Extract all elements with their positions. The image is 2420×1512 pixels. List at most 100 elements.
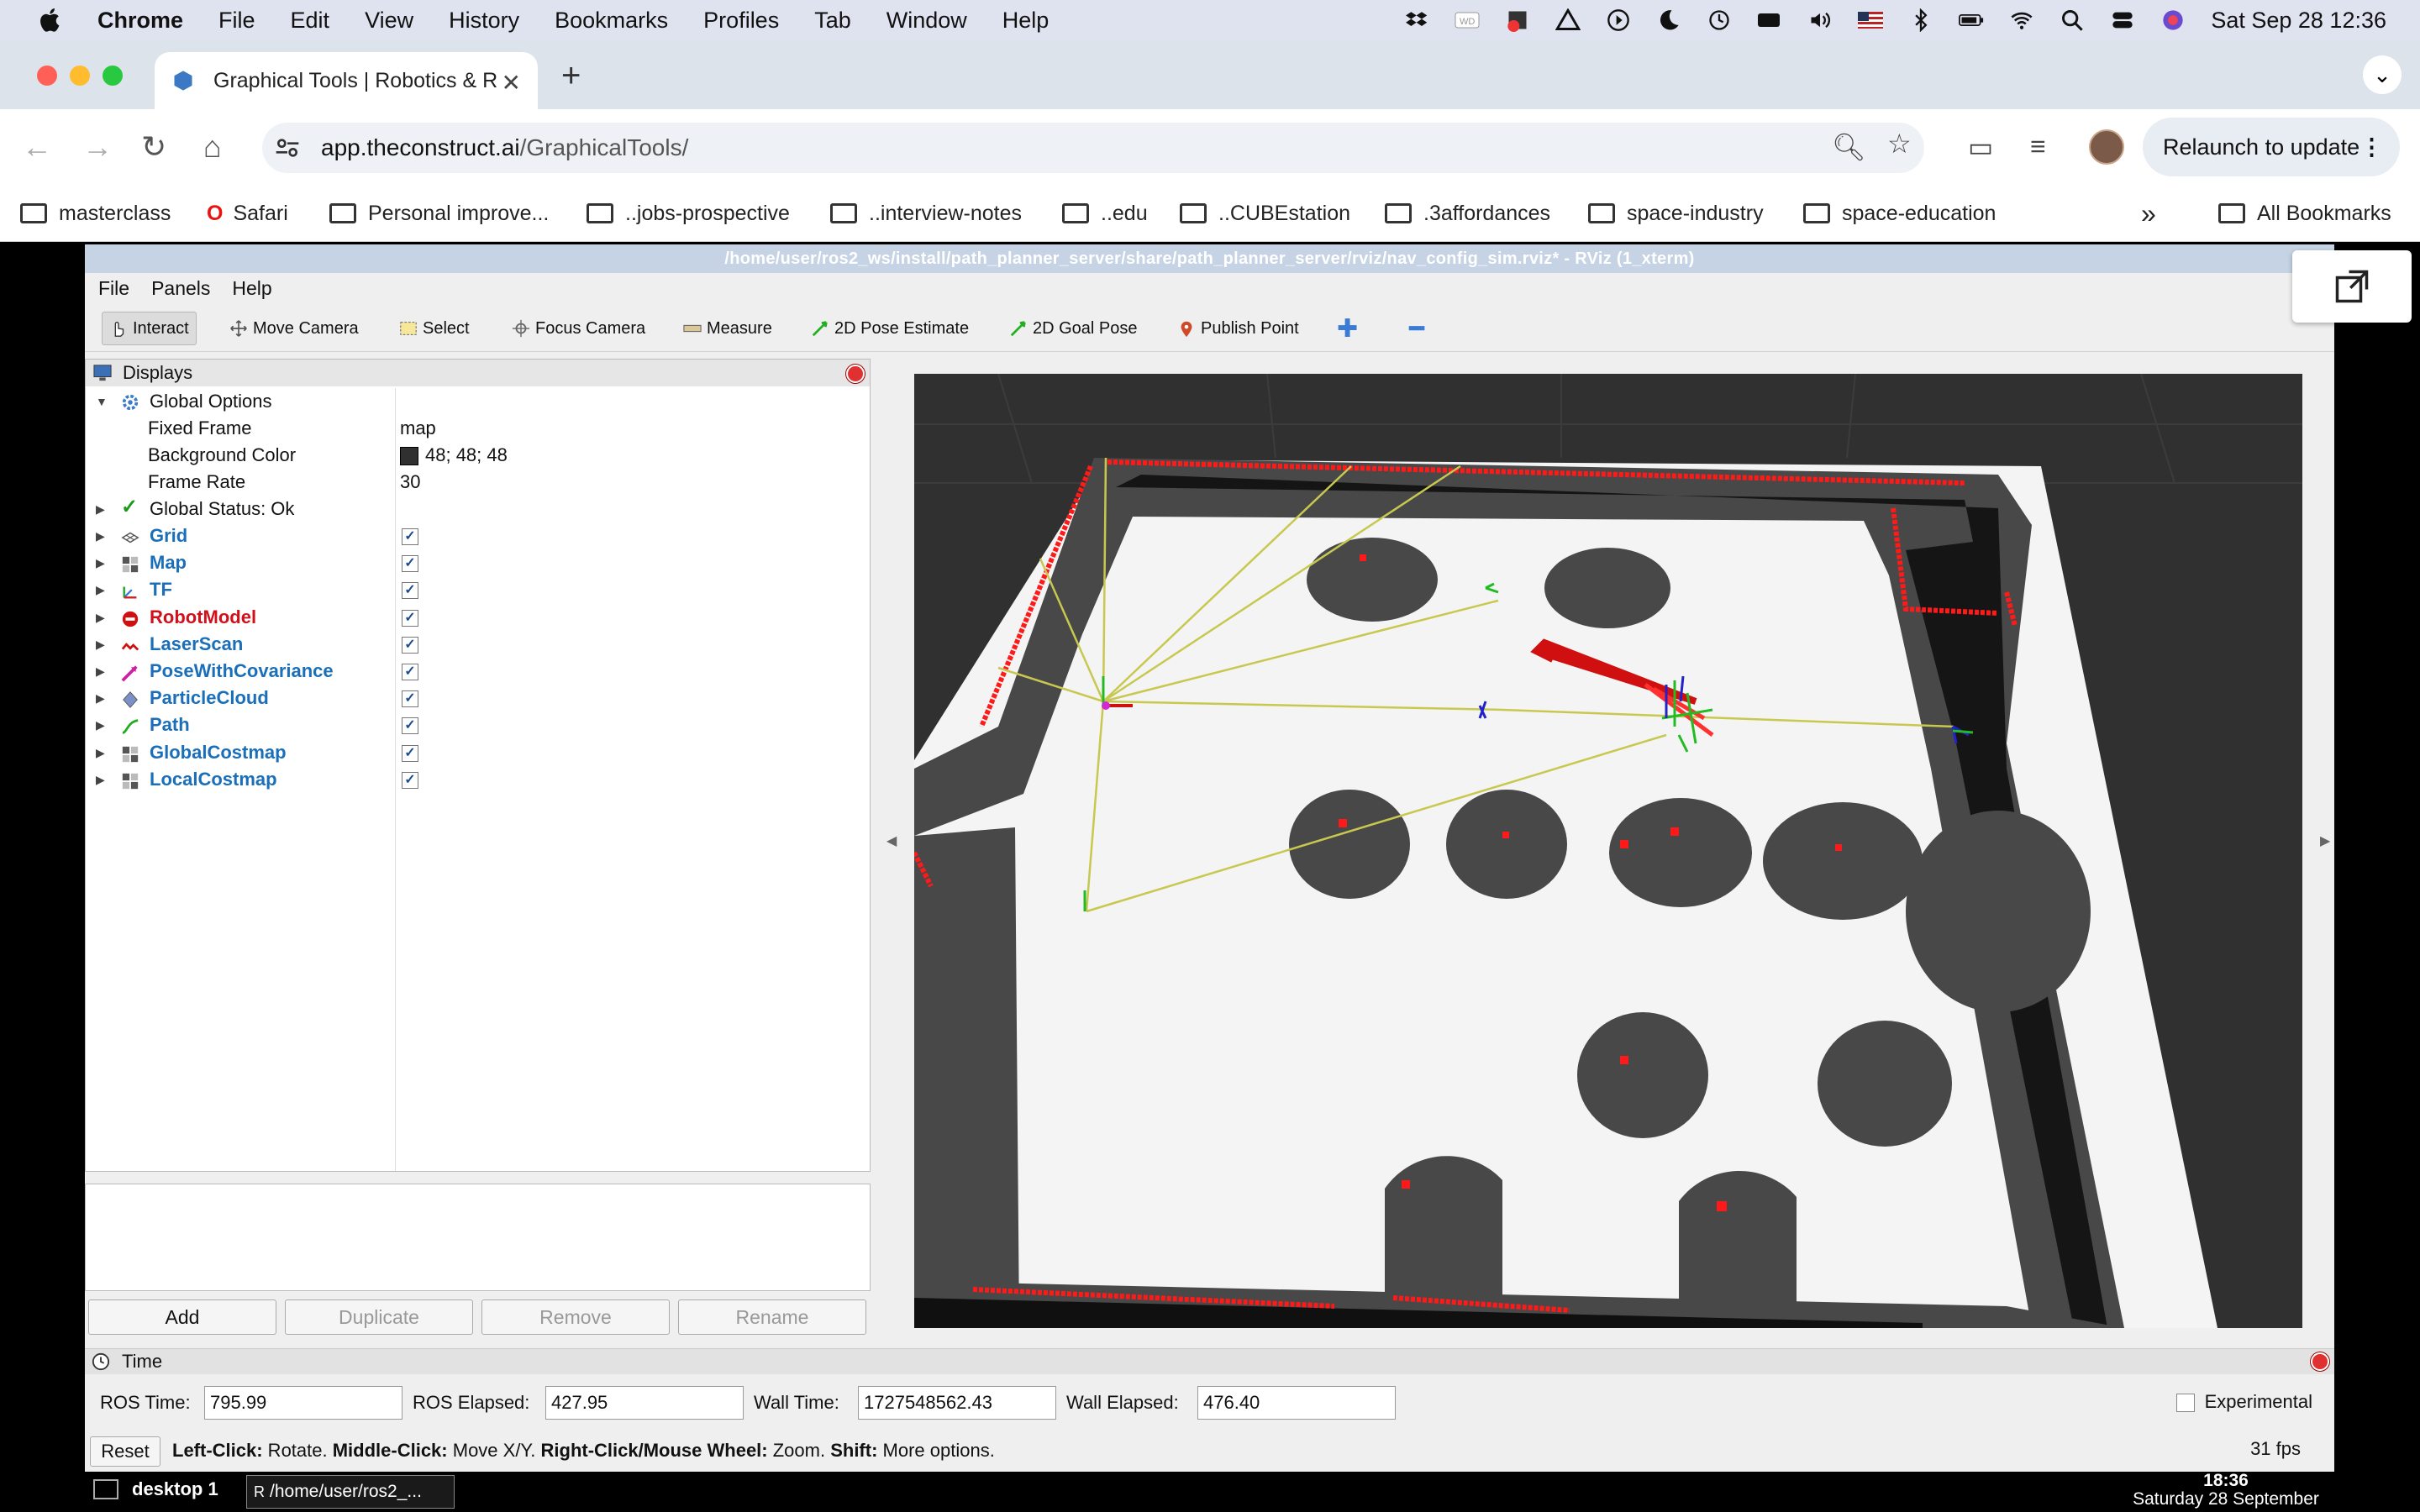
window-close-button[interactable] (37, 66, 57, 86)
display-enabled-checkbox[interactable]: ✓ (402, 555, 418, 573)
menu-chrome[interactable]: Chrome (97, 8, 183, 34)
warning-triangle-icon[interactable] (1555, 8, 1581, 32)
apple-icon[interactable] (35, 5, 66, 35)
tree-row-particlecloud[interactable]: ▶ ParticleCloud ✓ (86, 685, 870, 711)
collapse-left-arrow-icon[interactable]: ◀ (886, 832, 897, 849)
tab-search-button[interactable]: ⌄ (2363, 55, 2402, 94)
map-render[interactable] (914, 374, 2302, 1328)
address-bar[interactable]: app.theconstruct.ai/GraphicalTools/ (262, 123, 1924, 173)
tree-row-fixed-frame[interactable]: Fixed Frame map (86, 415, 870, 442)
display-enabled-checkbox[interactable]: ✓ (402, 609, 418, 627)
more-menu-icon[interactable]: ⋮ (2360, 118, 2383, 176)
remove-display-button[interactable]: Remove (481, 1299, 670, 1335)
bookmark-link[interactable]: O Safari (207, 197, 288, 230)
bookmark-folder[interactable]: ..edu (1062, 197, 1148, 230)
tree-row-path[interactable]: ▶ Path ✓ (86, 711, 870, 738)
tree-row-map[interactable]: ▶ Map ✓ (86, 549, 870, 576)
expand-arrow-icon[interactable]: ▶ (96, 549, 105, 576)
rviz-menu-help[interactable]: Help (232, 277, 271, 300)
tree-row-frame-rate[interactable]: Frame Rate 30 (86, 469, 870, 496)
display-enabled-checkbox[interactable]: ✓ (402, 664, 418, 680)
expand-arrow-icon[interactable]: ▶ (96, 739, 105, 766)
home-icon[interactable]: ⌂ (203, 129, 222, 165)
remove-tool-button[interactable]: ━ (1409, 312, 1424, 345)
menu-bookmarks[interactable]: Bookmarks (555, 8, 668, 34)
ros-elapsed-field[interactable]: 427.95 (545, 1386, 744, 1420)
tree-row-localcostmap[interactable]: ▶ LocalCostmap ✓ (86, 766, 870, 793)
menu-view[interactable]: View (365, 8, 413, 34)
ros-time-field[interactable]: 795.99 (204, 1386, 402, 1420)
expand-arrow-icon[interactable]: ▶ (96, 685, 105, 711)
tool-move-camera[interactable]: Move Camera (229, 312, 359, 345)
bookmark-folder[interactable]: masterclass (20, 197, 171, 230)
menu-file[interactable]: File (218, 8, 255, 34)
tool-2d-goal-pose[interactable]: 2D Goal Pose (1009, 312, 1138, 345)
tree-row-global-options[interactable]: ▼ Global Options (86, 388, 870, 415)
tree-row-global-status[interactable]: ▶ ✓ Global Status: Ok (86, 496, 870, 522)
display-enabled-checkbox[interactable]: ✓ (402, 744, 418, 762)
expand-arrow-icon[interactable]: ▶ (96, 631, 105, 658)
duplicate-display-button[interactable]: Duplicate (285, 1299, 473, 1335)
expand-arrow-icon[interactable]: ▶ (96, 766, 105, 793)
relaunch-button[interactable]: Relaunch to update ⋮ (2143, 118, 2400, 176)
media-controls-icon[interactable]: ≡ (2030, 131, 2046, 162)
wd-drive-icon[interactable]: WD (1455, 8, 1480, 32)
menu-edit[interactable]: Edit (291, 8, 330, 34)
extension-badge-icon[interactable] (1505, 8, 1530, 32)
tool-publish-point[interactable]: Publish Point (1177, 312, 1299, 345)
tool-focus-camera[interactable]: Focus Camera (512, 312, 645, 345)
reload-icon[interactable]: ↻ (141, 129, 166, 165)
tool-2d-pose-estimate[interactable]: 2D Pose Estimate (811, 312, 969, 345)
property-value[interactable]: map (400, 415, 436, 442)
tool-interact[interactable]: Interact (102, 312, 197, 345)
tree-row-robotmodel[interactable]: ▶ RobotModel ✓ (86, 604, 870, 631)
reset-button[interactable]: Reset (90, 1436, 160, 1467)
moon-icon[interactable] (1656, 8, 1681, 32)
taskbar-window-item[interactable]: R/home/user/ros2_... (246, 1475, 455, 1509)
experimental-checkbox[interactable] (2175, 1394, 2195, 1413)
collapse-right-arrow-icon[interactable]: ▶ (2320, 832, 2330, 849)
desktop-switcher[interactable]: desktop 1 (93, 1478, 218, 1500)
wall-time-field[interactable]: 1727548562.43 (858, 1386, 1056, 1420)
zoom-icon[interactable]: 🔍︎ (1832, 131, 1866, 163)
new-tab-button[interactable]: + (561, 57, 581, 95)
bookmark-star-icon[interactable]: ☆ (1887, 128, 1912, 160)
close-panel-icon[interactable] (846, 365, 865, 383)
property-value[interactable]: 30 (400, 469, 420, 496)
expand-arrow-icon[interactable]: ▶ (96, 658, 105, 685)
more-bookmarks-button[interactable]: » (2141, 197, 2156, 230)
tree-row-globalcostmap[interactable]: ▶ GlobalCostmap ✓ (86, 739, 870, 766)
display-enabled-checkbox[interactable]: ✓ (402, 528, 418, 545)
close-panel-icon[interactable] (2311, 1352, 2329, 1371)
collapse-arrow-icon[interactable]: ▼ (96, 388, 108, 415)
all-bookmarks-button[interactable]: All Bookmarks (2218, 197, 2391, 230)
bookmark-folder[interactable]: space-industry (1588, 197, 1764, 230)
battery-meter-icon[interactable] (1757, 8, 1782, 32)
window-zoom-button[interactable] (103, 66, 123, 86)
control-center-icon[interactable] (2110, 8, 2135, 32)
bookmark-folder[interactable]: ..CUBEstation (1180, 197, 1350, 230)
bookmark-folder[interactable]: space-education (1803, 197, 1996, 230)
siri-icon[interactable] (2160, 8, 2186, 32)
expand-arrow-icon[interactable]: ▶ (96, 711, 105, 738)
us-flag-icon[interactable] (1858, 8, 1884, 32)
rviz-menu-file[interactable]: File (98, 277, 129, 300)
browser-tab[interactable]: Graphical Tools | Robotics & R ✕ (155, 52, 538, 109)
wall-elapsed-field[interactable]: 476.40 (1197, 1386, 1396, 1420)
menu-profiles[interactable]: Profiles (703, 8, 779, 34)
time-machine-icon[interactable] (1707, 8, 1732, 32)
bookmark-folder[interactable]: ..jobs-prospective (587, 197, 790, 230)
popout-button[interactable] (2292, 250, 2412, 323)
wifi-icon[interactable] (2009, 8, 2034, 32)
tab-close-icon[interactable]: ✕ (502, 69, 521, 97)
expand-arrow-icon[interactable]: ▶ (96, 604, 105, 631)
property-value[interactable]: 48; 48; 48 (400, 442, 508, 469)
battery-icon[interactable] (1959, 8, 1984, 32)
menubar-clock[interactable]: Sat Sep 28 12:36 (2211, 8, 2386, 34)
tree-row-background-color[interactable]: Background Color 48; 48; 48 (86, 442, 870, 469)
taskbar-clock[interactable]: 18:36 Saturday 28 September (2121, 1472, 2331, 1509)
bookmark-folder[interactable]: .3affordances (1385, 197, 1550, 230)
add-display-button[interactable]: Add (88, 1299, 276, 1335)
menu-help[interactable]: Help (1002, 8, 1050, 34)
rviz-title-bar[interactable]: /home/user/ros2_ws/install/path_planner_… (85, 244, 2334, 273)
